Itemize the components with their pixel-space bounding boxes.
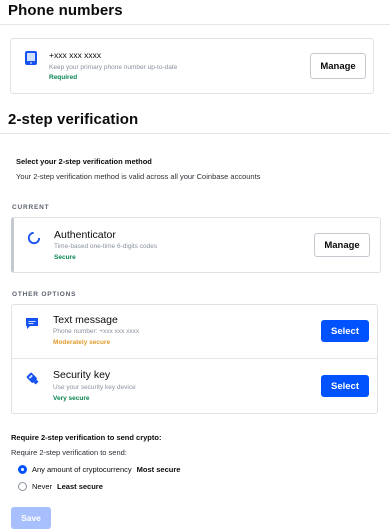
save-button[interactable]: Save [11, 507, 51, 529]
current-method-card: Authenticator Time-based one-time 6-digi… [11, 217, 381, 273]
divider [0, 133, 390, 134]
select-method-title: Select your 2-step verification method [16, 157, 152, 166]
manage-authenticator-button[interactable]: Manage [314, 233, 370, 257]
select-text-message-button[interactable]: Select [321, 320, 369, 342]
option-text-message: Text message Phone number: +xxx xxx xxxx… [12, 305, 377, 359]
current-method-desc: Time-based one-time 6-digits codes [54, 243, 158, 250]
never-label: Never [32, 482, 53, 491]
phone-numbers-heading: Phone numbers [8, 2, 123, 19]
other-options-label: OTHER OPTIONS [12, 291, 77, 298]
select-method-desc: Your 2-step verification method is valid… [16, 172, 261, 181]
current-method-status: Secure [54, 254, 76, 261]
option-never[interactable]: Never Least secure [18, 482, 103, 491]
authenticator-icon [24, 228, 44, 248]
other-options-card: Text message Phone number: +xxx xxx xxxx… [11, 304, 378, 414]
phone-hint: Keep your primary phone number up-to-dat… [49, 64, 178, 71]
current-method-title: Authenticator [54, 229, 116, 241]
chat-bubble-icon [22, 313, 42, 333]
manage-phone-button[interactable]: Manage [310, 53, 366, 79]
security-key-status: Very secure [53, 395, 90, 402]
phone-icon [21, 48, 41, 68]
select-security-key-button[interactable]: Select [321, 375, 369, 397]
current-section-label: CURRENT [12, 204, 50, 211]
never-note: Least secure [57, 482, 103, 491]
any-amount-note: Most secure [136, 465, 181, 474]
option-security-key: Security key Use your security key devic… [12, 359, 377, 413]
send-crypto-title: Require 2-step verification to send cryp… [11, 433, 162, 442]
radio-never[interactable] [18, 482, 27, 491]
two-step-heading: 2-step verification [8, 111, 139, 128]
send-crypto-subtitle: Require 2-step verification to send: [11, 448, 127, 457]
security-key-icon [22, 368, 42, 388]
divider [0, 24, 390, 25]
radio-any-amount[interactable] [18, 465, 27, 474]
text-message-title: Text message [53, 314, 118, 326]
phone-number: +xxx xxx xxxx [49, 50, 102, 60]
text-message-desc: Phone number: +xxx xxx xxxx [53, 328, 140, 335]
any-amount-label: Any amount of cryptocurrency [32, 465, 132, 474]
security-key-title: Security key [53, 369, 111, 381]
option-any-amount[interactable]: Any amount of cryptocurrency Most secure [18, 465, 180, 474]
phone-card: +xxx xxx xxxx Keep your primary phone nu… [10, 38, 374, 94]
phone-required-badge: Required [49, 74, 78, 81]
security-key-desc: Use your security key device [53, 384, 136, 391]
text-message-status: Moderately secure [53, 339, 111, 346]
